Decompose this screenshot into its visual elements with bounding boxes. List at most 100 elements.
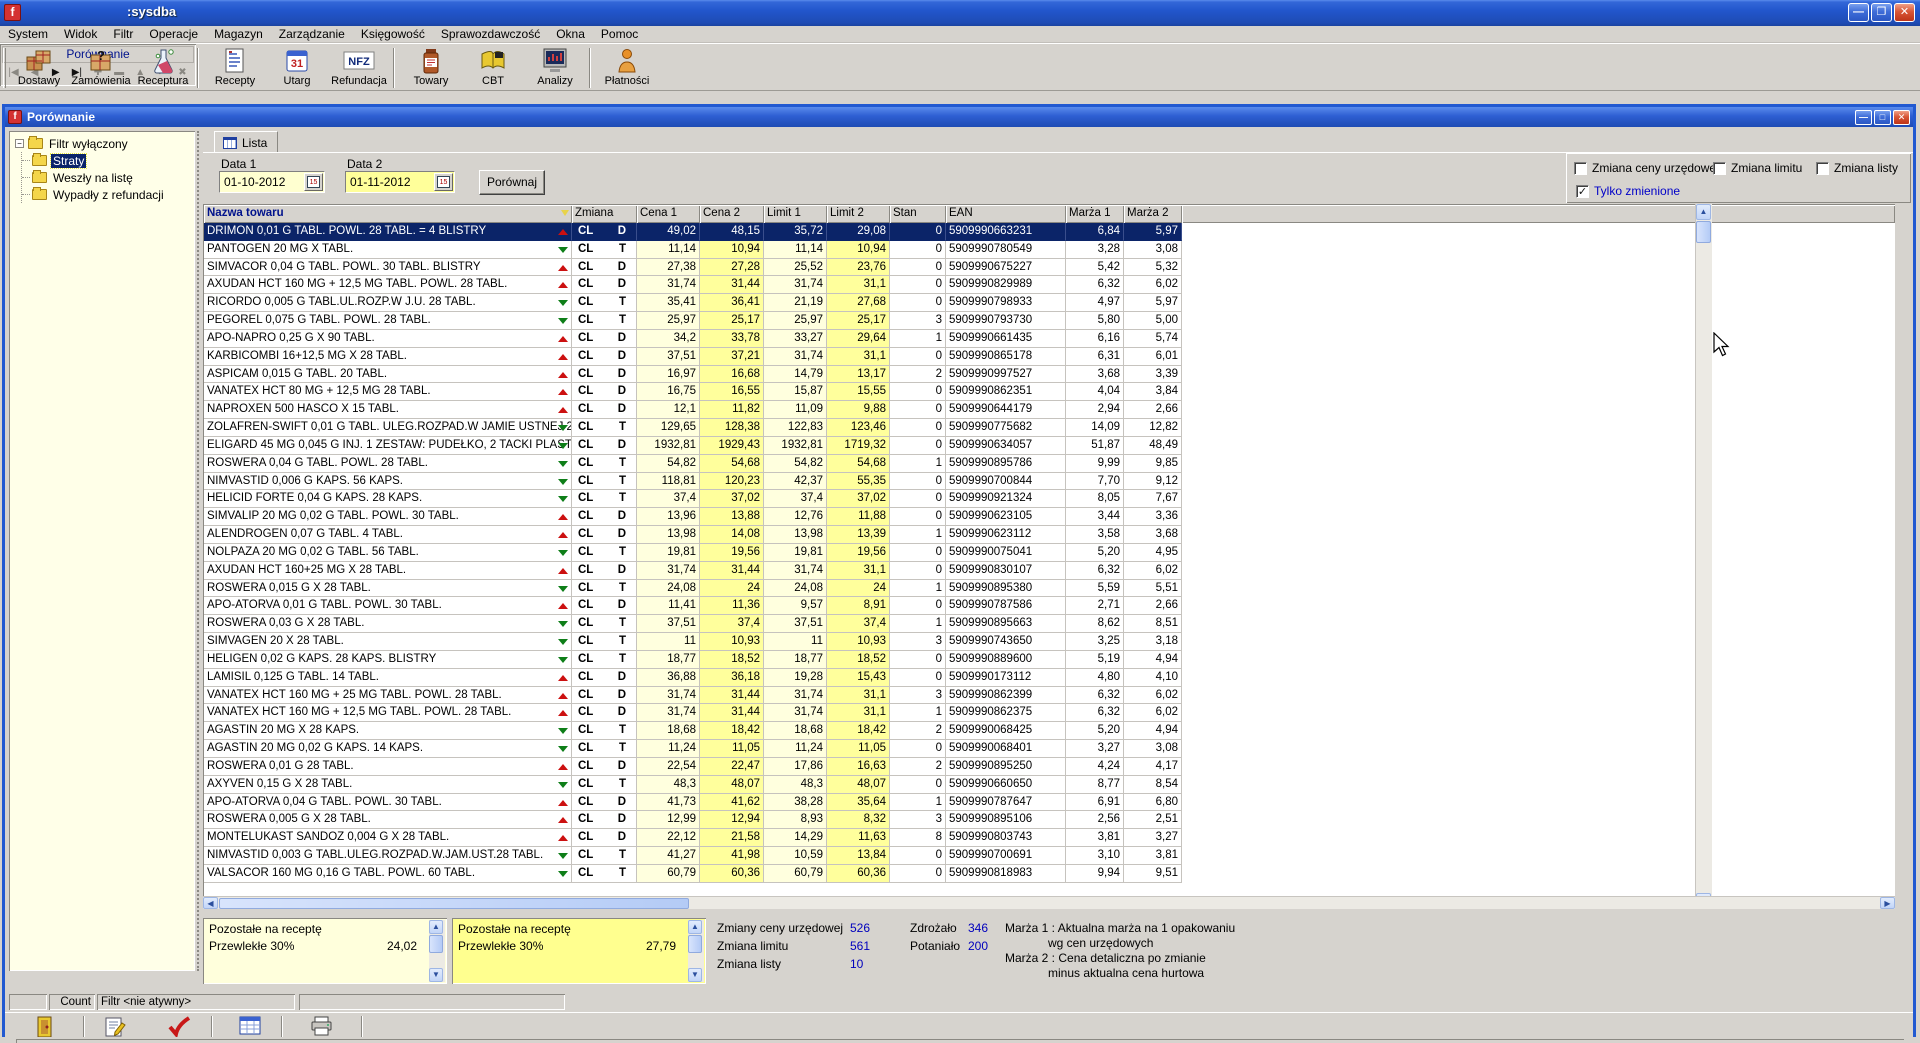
checkbox-box[interactable] [1816, 162, 1829, 175]
close-icon[interactable]: ✕ [1893, 110, 1910, 125]
table-row[interactable]: VANATEX HCT 80 MG + 12,5 MG 28 TABL.CLD1… [204, 383, 1895, 401]
table-row[interactable]: VALSACOR 160 MG 0,16 G TABL. POWL. 60 TA… [204, 865, 1895, 883]
tree-item-straty[interactable]: Straty [22, 152, 195, 169]
restore-icon[interactable]: ❐ [1871, 3, 1892, 22]
table-row[interactable]: DRIMON 0,01 G TABL. POWL. 28 TABL. = 4 B… [204, 223, 1895, 241]
table-row[interactable]: HELICID FORTE 0,04 G KAPS. 28 KAPS.CLT37… [204, 490, 1895, 508]
scrollbar-thumb[interactable] [1696, 221, 1711, 243]
column-header-m1[interactable]: Marża 1 [1066, 205, 1124, 223]
menu-item-operacje[interactable]: Operacje [141, 26, 206, 42]
column-header-l1[interactable]: Limit 1 [764, 205, 827, 223]
table-row[interactable]: APO-ATORVA 0,04 G TABL. POWL. 30 TABL.CL… [204, 794, 1895, 812]
menu-item-pomoc[interactable]: Pomoc [593, 26, 646, 42]
column-header-stan[interactable]: Stan [890, 205, 946, 223]
column-header-zm[interactable]: Zmiana [572, 205, 637, 223]
scroll-up-icon[interactable]: ▲ [429, 920, 443, 934]
title-bar[interactable]: f :sysdba — ❐ ✕ [0, 0, 1920, 26]
table-row[interactable]: SIMVALIP 20 MG 0,02 G TABL. POWL. 30 TAB… [204, 508, 1895, 526]
table-row[interactable]: PANTOGEN 20 MG X TABL.CLT11,1410,9411,14… [204, 241, 1895, 259]
table-row[interactable]: ALENDROGEN 0,07 G TABL. 4 TABL.CLD13,981… [204, 526, 1895, 544]
table-row[interactable]: MONTELUKAST SANDOZ 0,004 G X 28 TABL.CLD… [204, 829, 1895, 847]
column-header-ean[interactable]: EAN [946, 205, 1066, 223]
checkbox-tylkozmienione[interactable]: ✓Tylko zmienione [1576, 184, 1680, 198]
menu-item-sprawozdawczo[interactable]: Sprawozdawczość [433, 26, 548, 42]
toolbar-button-refundacja[interactable]: NFZRefundacja [328, 46, 390, 90]
scroll-up-icon[interactable]: ▲ [688, 920, 702, 934]
splitter-handle[interactable] [197, 131, 202, 971]
close-icon[interactable]: ✕ [1894, 3, 1915, 22]
calendar-button[interactable]: 15 [304, 173, 323, 191]
table-row[interactable]: ASPICAM 0,015 G TABL. 20 TABL.CLD16,9716… [204, 366, 1895, 384]
table-row[interactable]: NOLPAZA 20 MG 0,02 G TABL. 56 TABL.CLT19… [204, 544, 1895, 562]
checkbox-zmianacenyurzdowej[interactable]: Zmiana ceny urzędowej [1574, 161, 1719, 175]
scroll-left-icon[interactable]: ◀ [203, 897, 218, 909]
calendar-button[interactable]: 15 [434, 173, 453, 191]
table-row[interactable]: VANATEX HCT 160 MG + 12,5 MG TABL. POWL.… [204, 704, 1895, 722]
table-row[interactable]: KARBICOMBI 16+12,5 MG X 28 TABL.CLD37,51… [204, 348, 1895, 366]
grid-horizontal-scrollbar[interactable]: ◀ ▶ [203, 896, 1895, 909]
toolbar-button-analizy[interactable]: Analizy [524, 46, 586, 90]
comparison-title-bar[interactable]: f Porównanie — □ ✕ [5, 107, 1913, 127]
panel-scrollbar[interactable]: ▲ ▼ [688, 920, 704, 982]
table-row[interactable]: ROSWERA 0,005 G X 28 TABL.CLD12,9912,948… [204, 811, 1895, 829]
column-header-c1[interactable]: Cena 1 [637, 205, 700, 223]
tree-item-wypadyzrefundacji[interactable]: Wypadły z refundacji [22, 186, 195, 203]
toolbar-button-patnoci[interactable]: Płatności [596, 46, 658, 90]
menu-item-zarzdzanie[interactable]: Zarządzanie [271, 26, 353, 42]
scrollbar-thumb[interactable] [429, 935, 443, 953]
data2-value[interactable]: 01-11-2012 [346, 175, 434, 189]
table-row[interactable]: APO-ATORVA 0,01 G TABL. POWL. 30 TABL.CL… [204, 597, 1895, 615]
table-row[interactable]: AXUDAN HCT 160 MG + 12,5 MG TABL. POWL. … [204, 276, 1895, 294]
toolbar-button-towary[interactable]: Towary [400, 46, 462, 90]
data1-field[interactable]: 01-10-2012 15 [219, 171, 325, 193]
scroll-down-icon[interactable]: ▼ [429, 968, 443, 982]
checkbox-box[interactable] [1574, 162, 1587, 175]
panel-scrollbar[interactable]: ▲ ▼ [429, 920, 445, 982]
maximize-icon[interactable]: □ [1874, 110, 1891, 125]
scroll-down-icon[interactable]: ▼ [688, 968, 702, 982]
table-row[interactable]: ELIGARD 45 MG 0,045 G INJ. 1 ZESTAW: PUD… [204, 437, 1895, 455]
toolbar-button-cbt[interactable]: CBT [462, 46, 524, 90]
menu-item-ksigowo[interactable]: Księgowość [353, 26, 433, 42]
table-row[interactable]: NIMVASTID 0,006 G KAPS. 56 KAPS.CLT118,8… [204, 473, 1895, 491]
checkbox-zmianalimitu[interactable]: Zmiana limitu [1713, 161, 1802, 175]
menu-item-system[interactable]: System [0, 26, 56, 42]
minimize-icon[interactable]: — [1848, 3, 1869, 22]
table-row[interactable]: AXUDAN HCT 160+25 MG X 28 TABL.CLD31,743… [204, 562, 1895, 580]
checkbox-box[interactable] [1713, 162, 1726, 175]
toolbar-button-receptura[interactable]: Receptura [132, 46, 194, 90]
minimize-icon[interactable]: — [1855, 110, 1872, 125]
scroll-right-icon[interactable]: ▶ [1880, 897, 1895, 909]
table-row[interactable]: ROSWERA 0,01 G 28 TABL.CLD22,5422,4717,8… [204, 758, 1895, 776]
menu-item-magazyn[interactable]: Magazyn [206, 26, 271, 42]
table-row[interactable]: VANATEX HCT 160 MG + 25 MG TABL. POWL. 2… [204, 687, 1895, 705]
tree-item-weszynalist[interactable]: Weszły na listę [22, 169, 195, 186]
menu-item-widok[interactable]: Widok [56, 26, 105, 42]
table-row[interactable]: APO-NAPRO 0,25 G X 90 TABL.CLD34,233,783… [204, 330, 1895, 348]
table-row[interactable]: HELIGEN 0,02 G KAPS. 28 KAPS. BLISTRYCLT… [204, 651, 1895, 669]
table-row[interactable]: NAPROXEN 500 HASCO X 15 TABL.CLD12,111,8… [204, 401, 1895, 419]
table-row[interactable]: LAMISIL 0,125 G TABL. 14 TABL.CLD36,8836… [204, 669, 1895, 687]
table-row[interactable]: SIMVAGEN 20 X 28 TABL.CLT1110,931110,933… [204, 633, 1895, 651]
checkbox-zmianalisty[interactable]: Zmiana listy [1816, 161, 1898, 175]
table-row[interactable]: NIMVASTID 0,003 G TABL.ULEG.ROZPAD.W.JAM… [204, 847, 1895, 865]
column-header-l2[interactable]: Limit 2 [827, 205, 890, 223]
column-header-m2[interactable]: Marża 2 [1124, 205, 1182, 223]
tree-expand-icon[interactable]: − [15, 139, 24, 148]
toolbar-button-recepty[interactable]: Recepty [204, 46, 266, 90]
scroll-up-icon[interactable]: ▲ [1696, 204, 1711, 220]
tree-root[interactable]: −Filtr wyłączony [9, 135, 195, 152]
checkbox-box[interactable]: ✓ [1576, 185, 1589, 198]
data2-field[interactable]: 01-11-2012 15 [345, 171, 455, 193]
table-row[interactable]: PEGOREL 0,075 G TABL. POWL. 28 TABL.CLT2… [204, 312, 1895, 330]
tab-lista[interactable]: Lista [214, 131, 278, 152]
table-row[interactable]: ROSWERA 0,04 G TABL. POWL. 28 TABL.CLT54… [204, 455, 1895, 473]
column-header-name[interactable]: Nazwa towaru [204, 205, 572, 223]
table-row[interactable]: ROSWERA 0,015 G X 28 TABL.CLT24,082424,0… [204, 580, 1895, 598]
table-row[interactable]: ROSWERA 0,03 G X 28 TABL.CLT37,5137,437,… [204, 615, 1895, 633]
table-row[interactable]: ZOLAFREN-SWIFT 0,01 G TABL. ULEG.ROZPAD.… [204, 419, 1895, 437]
scrollbar-thumb[interactable] [219, 898, 689, 909]
app-icon[interactable]: f [4, 4, 21, 21]
table-row[interactable]: AGASTIN 20 MG X 28 KAPS.CLT18,6818,4218,… [204, 722, 1895, 740]
table-row[interactable]: SIMVACOR 0,04 G TABL. POWL. 30 TABL. BLI… [204, 259, 1895, 277]
